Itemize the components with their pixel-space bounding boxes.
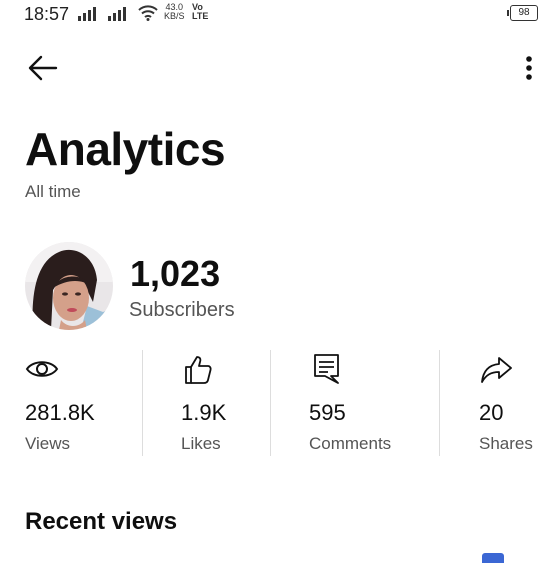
time-range-label: All time	[25, 182, 81, 201]
wifi-icon	[138, 5, 158, 21]
stat-value: 595	[309, 400, 346, 425]
thumbs-up-icon	[185, 356, 212, 384]
stat-likes[interactable]: 1.9K Likes	[181, 350, 266, 456]
battery-indicator: 98	[507, 5, 538, 21]
recent-views-heading: Recent views	[25, 508, 178, 535]
network-speed: 43.0 KB/S	[164, 2, 185, 21]
avatar	[25, 242, 113, 330]
status-bar: 18:57 43.0 KB/S Vo LTE 98	[0, 0, 560, 30]
comment-icon	[314, 354, 339, 384]
subscriber-label: Subscribers	[129, 299, 235, 321]
stat-comments[interactable]: 595 Comments	[309, 350, 429, 456]
divider	[142, 350, 143, 456]
stat-value: 20	[479, 400, 504, 425]
status-time: 18:57	[24, 4, 70, 24]
stat-value: 281.8K	[25, 400, 95, 425]
page-title: Analytics	[25, 123, 226, 175]
stat-shares[interactable]: 20 Shares	[479, 350, 557, 456]
eye-icon	[25, 361, 59, 377]
stat-label: Likes	[181, 434, 221, 453]
share-icon	[481, 357, 512, 383]
stat-label: Views	[25, 434, 71, 453]
volte-indicator: Vo LTE	[192, 2, 209, 21]
stat-views[interactable]: 281.8K Views	[25, 350, 135, 456]
more-vertical-icon[interactable]	[516, 50, 542, 86]
divider	[270, 350, 271, 456]
stat-label: Shares	[479, 434, 533, 453]
divider	[439, 350, 440, 456]
stat-value: 1.9K	[181, 400, 227, 425]
subscriber-count: 1,023	[130, 253, 221, 294]
recent-item-thumbnail[interactable]	[482, 553, 504, 563]
signal-strength-icon	[78, 7, 102, 21]
arrow-left-icon[interactable]	[26, 50, 62, 86]
signal-strength-icon	[108, 7, 132, 21]
stat-label: Comments	[309, 434, 392, 453]
